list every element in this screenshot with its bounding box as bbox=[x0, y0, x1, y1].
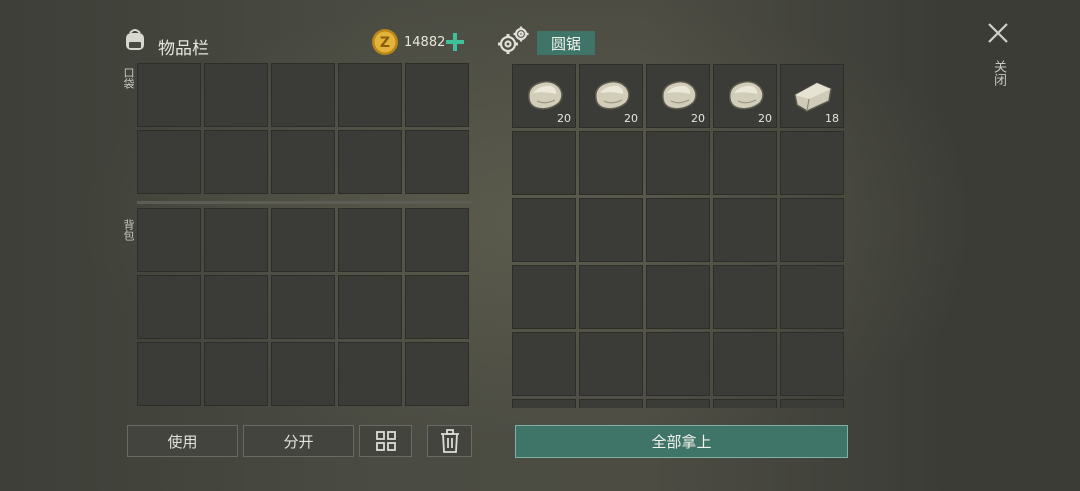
machine-slot[interactable] bbox=[713, 399, 777, 408]
split-button-label: 分开 bbox=[283, 432, 314, 451]
plus-icon bbox=[446, 33, 464, 51]
pocket-slot[interactable] bbox=[137, 130, 201, 194]
machine-slot[interactable] bbox=[713, 131, 777, 195]
item-count: 20 bbox=[624, 112, 638, 125]
backpack-slot[interactable] bbox=[271, 275, 335, 339]
machine-slot[interactable] bbox=[780, 131, 844, 195]
pocket-slot[interactable] bbox=[271, 130, 335, 194]
item-count: 20 bbox=[691, 112, 705, 125]
machine-slot[interactable] bbox=[780, 399, 844, 408]
backpack-slot[interactable] bbox=[204, 208, 268, 272]
coin-count: 14882 bbox=[404, 35, 446, 50]
stone-icon bbox=[728, 80, 764, 110]
svg-text:Z: Z bbox=[380, 35, 390, 51]
machine-slot[interactable] bbox=[579, 399, 643, 408]
pocket-slot[interactable] bbox=[204, 130, 268, 194]
pocket-slot[interactable] bbox=[137, 63, 201, 127]
close-button[interactable]: 关闭 bbox=[983, 20, 1011, 100]
pocket-slot[interactable] bbox=[405, 130, 469, 194]
item-count: 20 bbox=[758, 112, 772, 125]
backpack-slot[interactable] bbox=[405, 275, 469, 339]
pocket-slot[interactable] bbox=[204, 63, 268, 127]
backpack-slot[interactable] bbox=[204, 275, 268, 339]
machine-slot[interactable] bbox=[579, 332, 643, 396]
machine-slot[interactable] bbox=[780, 265, 844, 329]
backpack-slot[interactable] bbox=[338, 275, 402, 339]
backpack-slot[interactable] bbox=[405, 208, 469, 272]
sort-button[interactable] bbox=[359, 425, 412, 457]
machine-slot[interactable] bbox=[512, 198, 576, 262]
stone-block-icon bbox=[794, 82, 832, 112]
machine-slot[interactable] bbox=[646, 265, 710, 329]
machine-slot-stone[interactable]: 20 bbox=[646, 64, 710, 128]
grid-sort-icon bbox=[375, 431, 396, 451]
machine-slot[interactable] bbox=[646, 131, 710, 195]
section-divider bbox=[137, 201, 473, 204]
machine-slot[interactable] bbox=[579, 131, 643, 195]
backpack-slot[interactable] bbox=[338, 208, 402, 272]
stone-icon bbox=[527, 80, 563, 110]
take-all-button[interactable]: 全部拿上 bbox=[515, 425, 848, 458]
backpack-slot[interactable] bbox=[271, 342, 335, 406]
close-icon bbox=[988, 23, 1008, 43]
stone-icon bbox=[661, 80, 697, 110]
backpack-slot[interactable] bbox=[405, 342, 469, 406]
machine-slot[interactable] bbox=[579, 198, 643, 262]
machine-slot[interactable] bbox=[646, 332, 710, 396]
coin-icon: Z bbox=[371, 28, 399, 56]
gears-icon bbox=[496, 25, 530, 57]
machine-slot[interactable] bbox=[713, 332, 777, 396]
machine-name: 圆锯 bbox=[550, 34, 581, 53]
backpack-label: 背包 bbox=[122, 219, 135, 241]
backpack-slot[interactable] bbox=[137, 208, 201, 272]
backpack-icon bbox=[122, 27, 148, 53]
pocket-slot[interactable] bbox=[338, 63, 402, 127]
trash-icon bbox=[440, 429, 459, 453]
machine-slot[interactable] bbox=[713, 265, 777, 329]
machine-slot[interactable] bbox=[579, 265, 643, 329]
item-count: 20 bbox=[557, 112, 571, 125]
pocket-slot[interactable] bbox=[338, 130, 402, 194]
machine-slot[interactable] bbox=[512, 131, 576, 195]
machine-slot[interactable] bbox=[780, 332, 844, 396]
machine-slot[interactable] bbox=[646, 198, 710, 262]
use-button[interactable]: 使用 bbox=[127, 425, 238, 457]
delete-button[interactable] bbox=[427, 425, 472, 457]
pocket-slot[interactable] bbox=[405, 63, 469, 127]
use-button-label: 使用 bbox=[167, 432, 198, 451]
pocket-label: 口袋 bbox=[122, 67, 135, 89]
machine-name-tab: 圆锯 bbox=[537, 31, 595, 55]
backpack-slot[interactable] bbox=[204, 342, 268, 406]
machine-panel: 20 20 20 20 18 bbox=[511, 63, 847, 408]
add-coins-button[interactable] bbox=[445, 32, 465, 52]
backpack-slot[interactable] bbox=[338, 342, 402, 406]
machine-slot[interactable] bbox=[512, 399, 576, 408]
machine-slot-stone[interactable]: 20 bbox=[512, 64, 576, 128]
backpack-slot[interactable] bbox=[271, 208, 335, 272]
close-label: 关闭 bbox=[991, 60, 1006, 86]
machine-slot[interactable] bbox=[780, 198, 844, 262]
item-count: 18 bbox=[825, 112, 839, 125]
machine-slot[interactable] bbox=[646, 399, 710, 408]
machine-slot[interactable] bbox=[512, 265, 576, 329]
inventory-title: 物品栏 bbox=[158, 39, 209, 59]
take-all-label: 全部拿上 bbox=[651, 433, 712, 451]
machine-slot-stone-block[interactable]: 18 bbox=[780, 64, 844, 128]
backpack-slot[interactable] bbox=[137, 342, 201, 406]
stone-icon bbox=[594, 80, 630, 110]
machine-slot-stone[interactable]: 20 bbox=[579, 64, 643, 128]
pocket-slot[interactable] bbox=[271, 63, 335, 127]
machine-slot[interactable] bbox=[512, 332, 576, 396]
backpack-slot[interactable] bbox=[137, 275, 201, 339]
split-button[interactable]: 分开 bbox=[243, 425, 354, 457]
inventory-panel: 口袋 背包 bbox=[122, 63, 473, 409]
machine-slot-stone[interactable]: 20 bbox=[713, 64, 777, 128]
machine-slot[interactable] bbox=[713, 198, 777, 262]
